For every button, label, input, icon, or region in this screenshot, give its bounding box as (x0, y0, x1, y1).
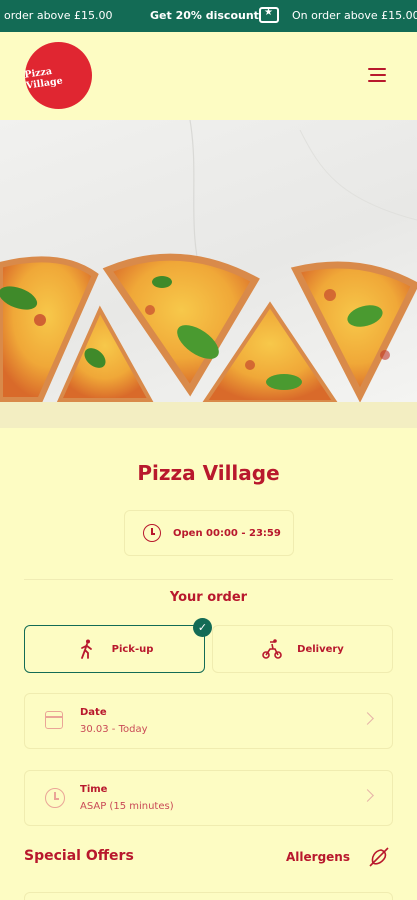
header: Pizza Village (0, 32, 417, 120)
date-label: Date (80, 707, 107, 718)
date-value: 30.03 - Today (80, 724, 148, 735)
allergens-link[interactable]: Allergens (286, 850, 350, 864)
promo-left-text: order above £15.00 (4, 9, 113, 22)
promo-right-text: On order above £15.00 (292, 9, 417, 22)
special-offer-card[interactable] (24, 892, 393, 900)
hero-pizza-image (0, 120, 417, 402)
walking-person-icon (80, 639, 92, 659)
chevron-right-icon (361, 789, 374, 802)
time-value: ASAP (15 minutes) (80, 801, 174, 812)
pickup-label: Pick-up (111, 643, 154, 655)
opening-hours-text: Open 00:00 - 23:59 (173, 527, 281, 539)
allergens-icon[interactable] (367, 845, 391, 869)
delivery-label: Delivery (297, 643, 344, 655)
pizza-slices-illustration (0, 120, 417, 402)
time-selector[interactable]: Time ASAP (15 minutes) (24, 770, 393, 826)
date-selector[interactable]: Date 30.03 - Today (24, 693, 393, 749)
ticket-icon (259, 7, 279, 23)
promo-banner: order above £15.00 Get 20% discount On o… (0, 0, 417, 32)
promo-discount-text: Get 20% discount (150, 9, 259, 22)
logo-text: Pizza Village (23, 65, 64, 92)
delivery-option[interactable]: Delivery (212, 625, 393, 673)
your-order-heading: Your order (169, 590, 248, 605)
special-offers-heading: Special Offers (24, 848, 134, 864)
clock-icon (45, 788, 65, 808)
selected-check-icon: ✓ (193, 618, 212, 637)
chevron-right-icon (361, 712, 374, 725)
restaurant-title: Pizza Village (137, 461, 280, 485)
hero-bottom-strip (0, 402, 417, 428)
divider (24, 579, 393, 580)
hamburger-menu-icon[interactable] (368, 68, 388, 82)
pickup-option[interactable]: Pick-up (24, 625, 205, 673)
time-label: Time (80, 784, 108, 795)
opening-hours-badge: Open 00:00 - 23:59 (124, 510, 294, 556)
calendar-icon (45, 711, 63, 729)
clock-icon (143, 524, 161, 542)
logo[interactable]: Pizza Village (23, 42, 92, 109)
delivery-scooter-icon (262, 639, 282, 659)
